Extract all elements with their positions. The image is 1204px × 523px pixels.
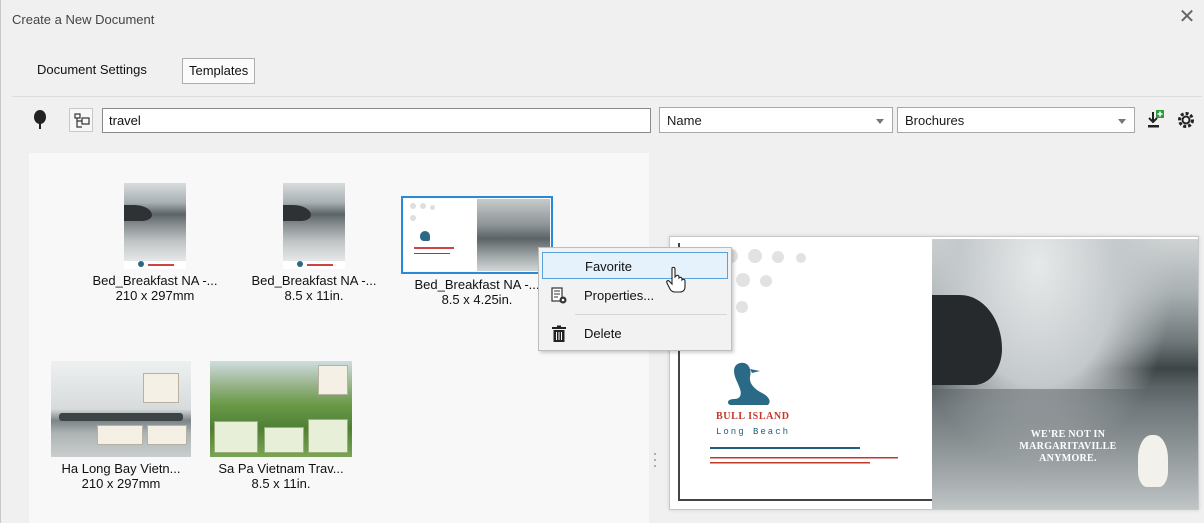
- template-name: Bed_Breakfast NA -...: [414, 277, 540, 292]
- template-size: 8.5 x 4.25in.: [441, 292, 513, 307]
- template-name: Ha Long Bay Vietn...: [61, 461, 181, 476]
- preview-photo: [932, 239, 1198, 509]
- divider: [12, 96, 1202, 97]
- template-item[interactable]: Sa Pa Vietnam Trav... 8.5 x 11in.: [203, 361, 359, 491]
- menu-item-favorite[interactable]: Favorite: [542, 252, 728, 279]
- template-preview: BULL ISLAND Long Beach WE'RE NOT IN MARG…: [669, 236, 1199, 510]
- template-item[interactable]: Ha Long Bay Vietn... 210 x 297mm: [43, 361, 199, 491]
- tree-view-icon: [74, 113, 90, 128]
- template-size: 210 x 297mm: [115, 288, 195, 303]
- template-thumbnail: [401, 196, 553, 274]
- headline-line: MARGARITAVILLE: [1019, 441, 1117, 452]
- template-item[interactable]: Bed_Breakfast NA -... 210 x 297mm: [77, 183, 233, 303]
- template-size: 8.5 x 11in.: [284, 288, 344, 303]
- menu-separator: [575, 314, 727, 315]
- template-thumbnail: [51, 361, 191, 457]
- brand-subtitle: Long Beach: [716, 427, 791, 437]
- download-templates-icon[interactable]: [1144, 109, 1166, 131]
- menu-item-delete[interactable]: Delete: [542, 320, 728, 347]
- divider: [710, 447, 860, 449]
- category-select-value: Brochures: [905, 113, 965, 128]
- sort-select-value: Name: [667, 113, 702, 128]
- template-thumbnail: [124, 183, 186, 269]
- splitter-handle[interactable]: [653, 452, 657, 468]
- menu-item-label: Delete: [584, 326, 622, 341]
- dialog-title: Create a New Document: [12, 12, 155, 27]
- preview-headline: WE'RE NOT IN MARGARITAVILLE ANYMORE.: [988, 429, 1148, 465]
- hand-cursor-icon: [666, 266, 686, 293]
- fine-print-lines: [710, 457, 898, 464]
- menu-item-label: Favorite: [585, 259, 632, 274]
- template-name: Bed_Breakfast NA -...: [251, 273, 377, 288]
- context-menu: Favorite Properties... Delete: [538, 247, 732, 351]
- tab-document-settings[interactable]: Document Settings: [31, 58, 153, 84]
- category-select[interactable]: Brochures: [897, 107, 1135, 133]
- chevron-down-icon: [1118, 119, 1126, 124]
- template-name: Bed_Breakfast NA -...: [92, 273, 218, 288]
- template-size: 8.5 x 11in.: [251, 476, 311, 491]
- menu-item-properties[interactable]: Properties...: [542, 282, 728, 309]
- tree-view-toggle-button[interactable]: [69, 108, 93, 132]
- template-item-selected[interactable]: Bed_Breakfast NA -... 8.5 x 4.25in.: [399, 196, 555, 307]
- close-icon[interactable]: ✕: [1175, 6, 1199, 30]
- create-document-dialog: Create a New Document ✕ Document Setting…: [0, 0, 1204, 523]
- headline-line: WE'RE NOT IN: [1030, 429, 1106, 440]
- chevron-down-icon: [876, 119, 884, 124]
- properties-icon: [551, 287, 567, 304]
- template-size: 210 x 297mm: [81, 476, 161, 491]
- template-thumbnail: [210, 361, 352, 457]
- sort-select[interactable]: Name: [659, 107, 893, 133]
- gear-icon[interactable]: [1176, 109, 1198, 131]
- menu-item-label: Properties...: [584, 288, 655, 303]
- template-item[interactable]: Bed_Breakfast NA -... 8.5 x 11in.: [236, 183, 392, 303]
- seal-logo-icon: [727, 362, 770, 405]
- template-thumbnail: [283, 183, 345, 269]
- brand-title: BULL ISLAND: [716, 411, 790, 422]
- template-name: Sa Pa Vietnam Trav...: [218, 461, 344, 476]
- headline-line: ANYMORE.: [1039, 453, 1097, 464]
- search-input[interactable]: [102, 108, 651, 133]
- trash-icon: [552, 325, 566, 342]
- tab-templates[interactable]: Templates: [182, 58, 256, 84]
- title-bar: Create a New Document ✕: [1, 0, 1204, 40]
- pin-icon[interactable]: [33, 110, 47, 130]
